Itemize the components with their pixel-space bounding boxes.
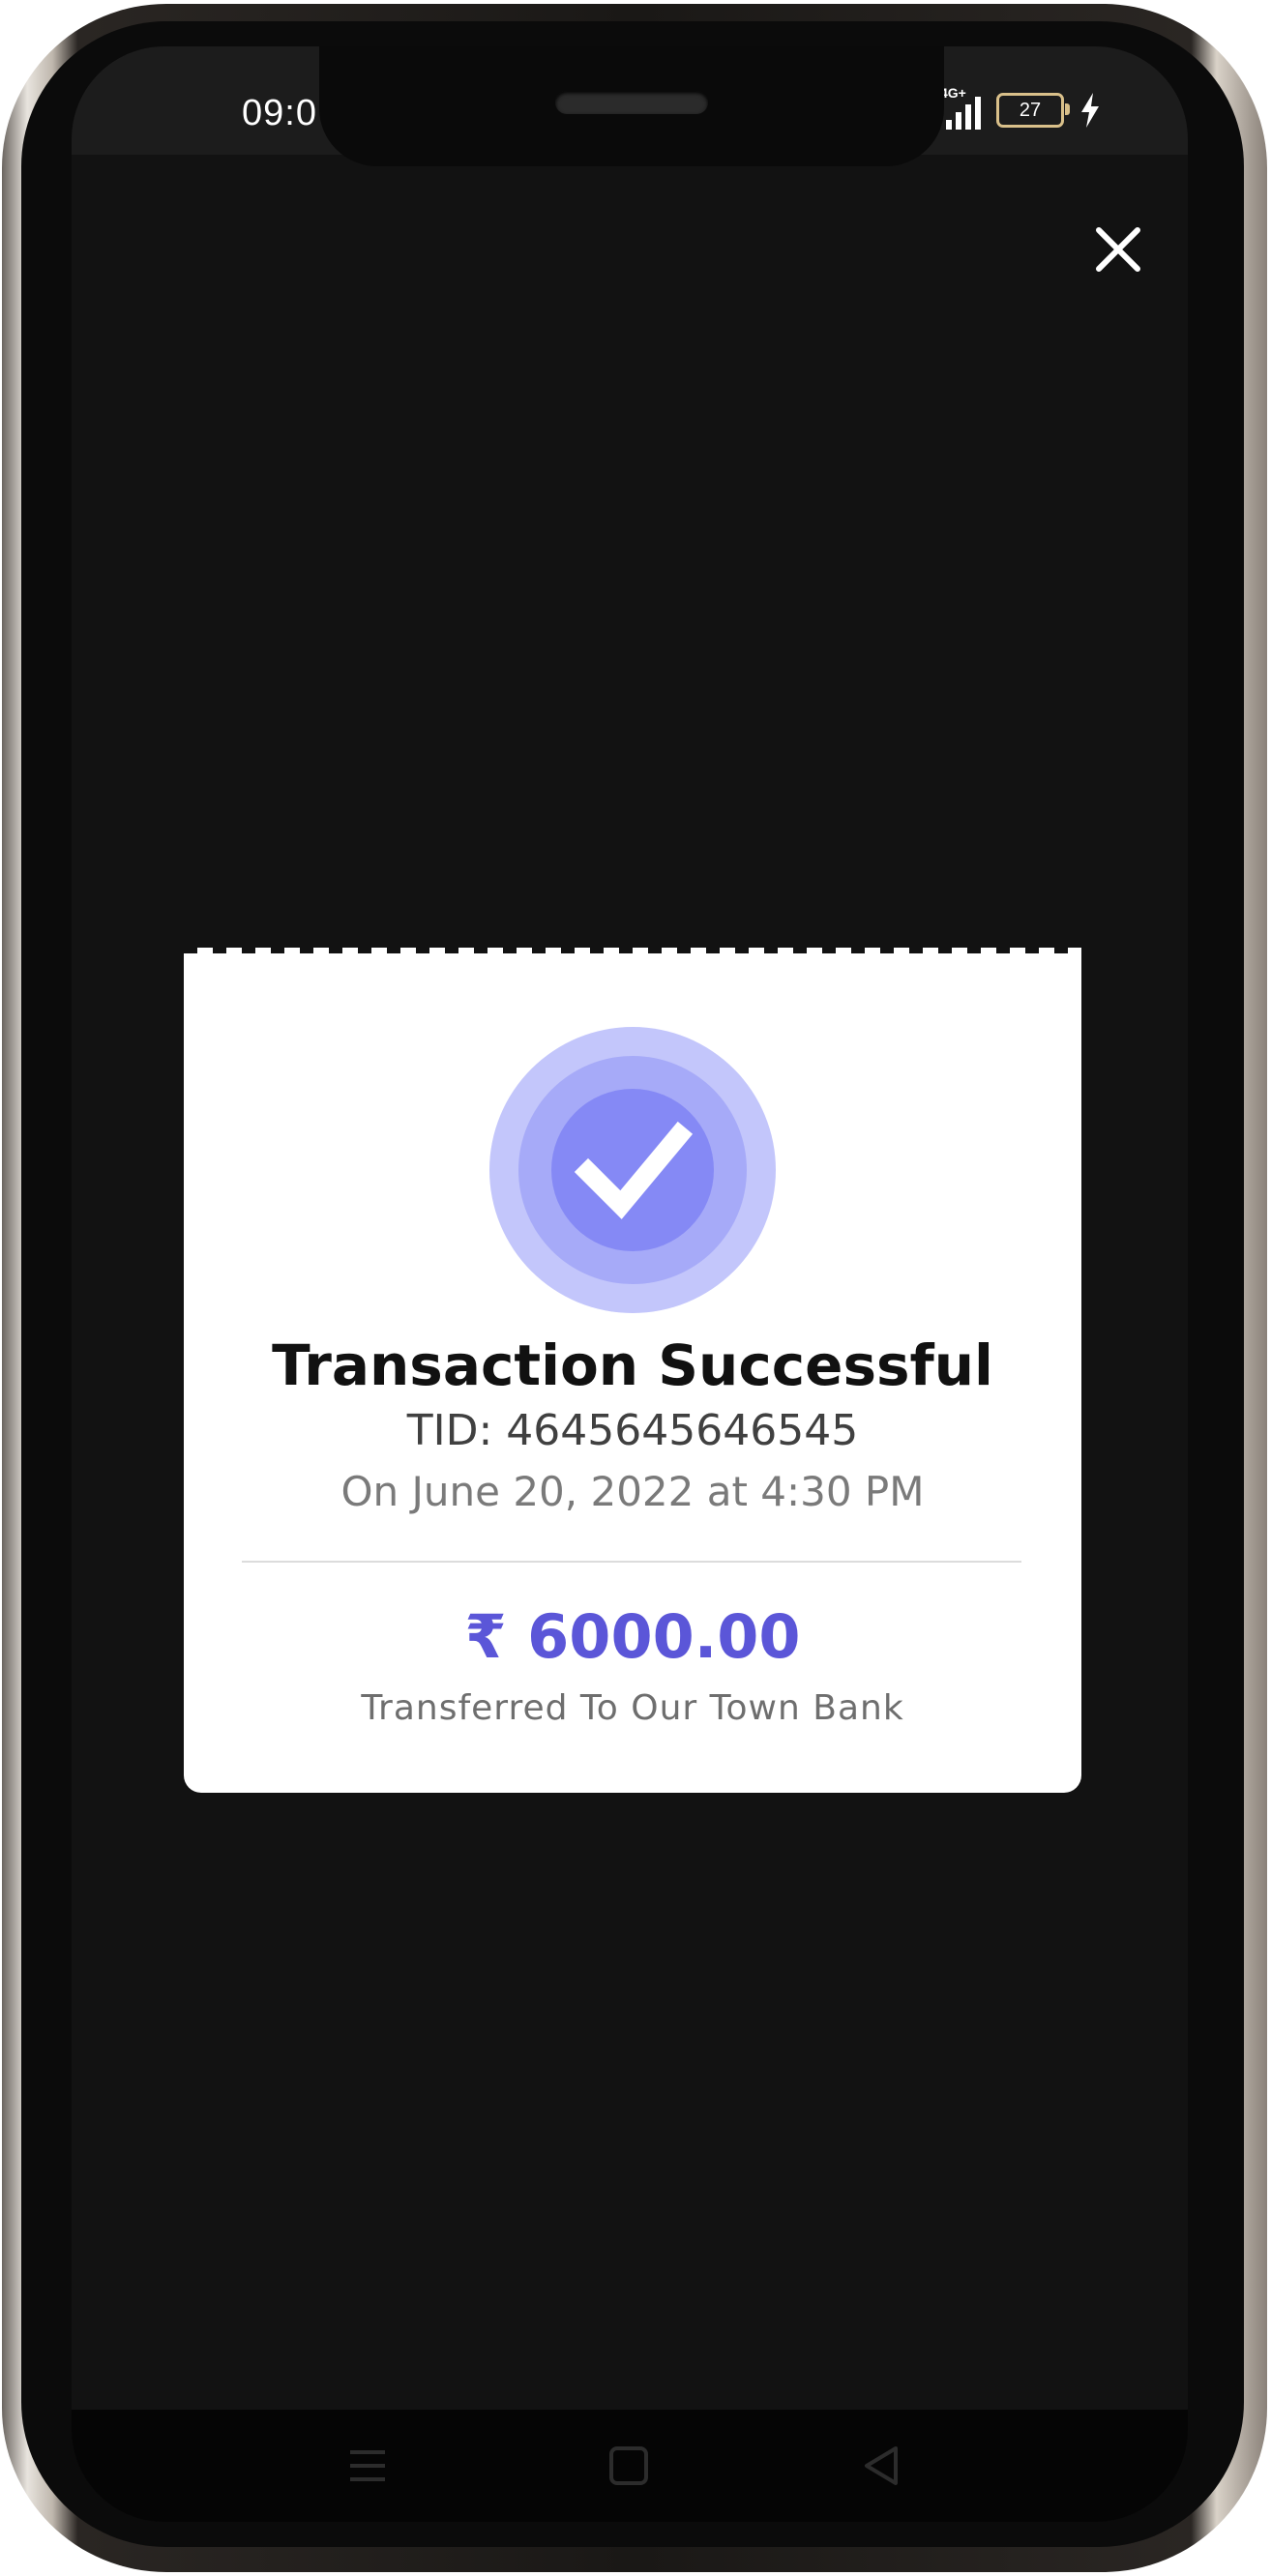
home-icon [609,2446,648,2485]
transaction-amount: ₹ 6000.00 [464,1601,801,1672]
battery-level: 27 [1019,99,1042,121]
transaction-recipient: Transferred To Our Town Bank [361,1688,904,1728]
signal-icon: 4G+ [940,85,981,130]
nav-back-button[interactable] [855,2439,909,2493]
camera-notch [319,46,944,166]
phone-device: 09:0 4G+ 27 Transaction Successful TID: … [0,0,1271,2576]
transaction-id: TID: 4645645646545 [406,1406,859,1455]
charging-icon [1081,93,1099,128]
nav-menu-button[interactable] [340,2439,395,2493]
network-type: 4G+ [940,85,966,101]
earpiece-speaker [555,91,708,114]
status-time: 09:0 [242,93,317,133]
status-indicators: 4G+ 27 [940,85,1101,130]
close-button[interactable] [1089,220,1147,278]
menu-icon [350,2450,385,2481]
close-icon [1096,227,1140,272]
check-icon [489,1027,776,1313]
transaction-receipt: Transaction Successful TID: 464564564654… [184,953,1081,1793]
system-nav-bar [72,2410,1188,2522]
nav-home-button[interactable] [602,2439,656,2493]
transaction-status-title: Transaction Successful [272,1332,993,1398]
battery-icon: 27 [996,93,1070,128]
back-icon [865,2446,898,2485]
divider [242,1561,1021,1563]
transaction-datetime: On June 20, 2022 at 4:30 PM [340,1468,925,1515]
